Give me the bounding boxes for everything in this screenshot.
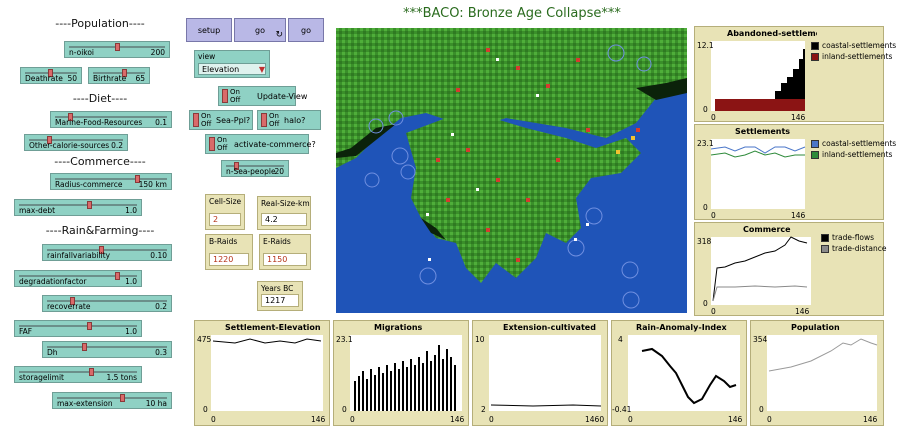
- plot-abandoned-settlements: Abandoned-settleme... 12.1 0 0 146 coast…: [694, 26, 896, 122]
- rain-chart: [641, 347, 737, 405]
- migrations-chart: [354, 345, 456, 411]
- monitor-b-raids: B-Raids 1220: [205, 234, 253, 270]
- switch-halo[interactable]: On Off halo?: [257, 110, 321, 130]
- plot-migrations: Migrations 23.1 0 0 146: [333, 320, 469, 426]
- slider-knob[interactable]: [82, 343, 87, 351]
- switch-update-view[interactable]: On Off Update-View: [218, 86, 307, 106]
- slider-radius-commerce[interactable]: Radius-commerce 150 km: [50, 173, 172, 190]
- monitor-cell-size: Cell-Size 2: [205, 194, 245, 230]
- setup-button[interactable]: setup: [186, 18, 232, 42]
- legend-swatch: [811, 139, 819, 148]
- elevation-chart: [212, 338, 322, 344]
- world-view-map[interactable]: [336, 28, 687, 313]
- section-population: ----Population----: [55, 17, 145, 30]
- view-chooser[interactable]: view Elevation ▼: [194, 50, 270, 78]
- plot-rain-anomaly-index: Rain-Anomaly-Index 4 -0.41 0 146: [611, 320, 747, 426]
- go-forever-button[interactable]: go ↻: [234, 18, 286, 42]
- legend-swatch: [821, 244, 829, 253]
- legend-swatch: [811, 150, 819, 159]
- monitor-years-bc: Years BC 1217: [257, 281, 303, 311]
- slider-storagelimit[interactable]: storagelimit 1.5 tons: [14, 366, 142, 383]
- section-rain-farming: ----Rain&Farming----: [45, 224, 155, 237]
- slider-max-debt[interactable]: max-debt 1.0: [14, 199, 142, 216]
- plot-settlement-elevation: Settlement-Elevation 475 0 0 146: [194, 320, 330, 426]
- plot-extension-cultivated: Extension-cultivated 10 2 0 1460: [472, 320, 608, 426]
- slider-dh[interactable]: Dh 0.3: [42, 341, 172, 358]
- slider-knob[interactable]: [120, 394, 125, 402]
- dropdown-arrow-icon: ▼: [258, 65, 265, 74]
- slider-knob[interactable]: [115, 272, 120, 280]
- slider-knob[interactable]: [87, 322, 92, 330]
- monitor-real-size-km: Real-Size-km 4.2: [257, 196, 311, 230]
- plot-settlements: Settlements 23.1 0 0 146 coastal-settlem…: [694, 124, 896, 220]
- view-chooser-value[interactable]: Elevation: [198, 63, 266, 75]
- legend-swatch: [811, 52, 819, 61]
- slider-birthrate[interactable]: Birthrate 65: [88, 67, 150, 84]
- slider-max-extension[interactable]: max-extension 10 ha: [52, 392, 172, 409]
- slider-deathrate[interactable]: Deathrate 50: [20, 67, 82, 84]
- switch-sea-ppl[interactable]: On Off Sea-Ppl?: [189, 110, 253, 130]
- legend-swatch: [821, 233, 829, 242]
- section-commerce: ----Commerce----: [54, 155, 146, 168]
- slider-n-oikoi[interactable]: n-oikoi 200: [64, 41, 170, 58]
- plot-population: Population 354 0 0 146: [750, 320, 884, 426]
- slider-knob[interactable]: [87, 201, 92, 209]
- slider-n-sea-people[interactable]: n-Sea-people 20: [221, 160, 289, 177]
- slider-marine-food-resources[interactable]: Marine-Food-Resources 0.1: [50, 111, 172, 128]
- slider-knob[interactable]: [89, 368, 94, 376]
- slider-other-calorie-sources[interactable]: Other-calorie-sources 0.2: [24, 134, 128, 151]
- loop-icon: ↻: [275, 30, 283, 40]
- model-title: ***BACO: Bronze Age Collapse***: [403, 6, 621, 21]
- monitor-e-raids: E-Raids 1150: [259, 234, 311, 270]
- plot-commerce: Commerce 318 0 0 146 trade-flows trade-d…: [694, 222, 886, 316]
- terrain-map: [336, 28, 687, 313]
- extension-chart: [490, 404, 602, 407]
- legend-swatch: [811, 41, 819, 50]
- population-chart: [768, 338, 878, 372]
- slider-recoverrate[interactable]: recoverrate 0.2: [42, 295, 172, 312]
- go-once-button[interactable]: go: [288, 18, 324, 42]
- slider-rainfallvariability[interactable]: rainfallvariability 0.10: [42, 244, 172, 261]
- slider-knob[interactable]: [115, 43, 120, 51]
- switch-activate-commerce[interactable]: On Off activate-commerce?: [205, 134, 316, 154]
- slider-faf[interactable]: FAF 1.0: [14, 320, 142, 337]
- section-diet: ----Diet----: [72, 92, 128, 105]
- slider-degradationfactor[interactable]: degradationfactor 1.0: [14, 270, 142, 287]
